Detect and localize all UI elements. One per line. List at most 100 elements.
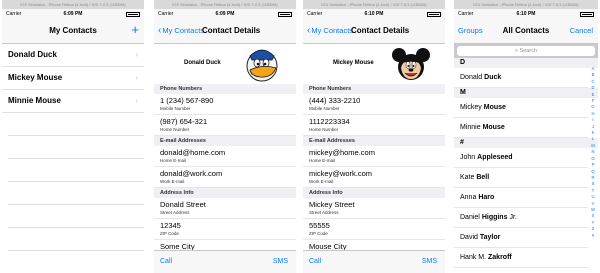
chevron-right-icon: › <box>135 50 138 59</box>
phone-field-home[interactable]: 1112223334 Home Number <box>303 115 445 136</box>
last-name: Taylor <box>479 234 501 241</box>
contact-name: Donald Duck <box>184 60 221 66</box>
contact-row[interactable]: Kate Bell <box>454 168 588 188</box>
empty-row <box>8 182 144 205</box>
field-label: Home E-mail <box>309 158 336 163</box>
call-button[interactable]: Call <box>309 251 321 273</box>
contact-row[interactable]: Donald Duck <box>454 68 588 88</box>
field-value: 1 (234) 567-890 <box>160 96 214 105</box>
status-bar: Carrier 6:10 PM <box>454 9 598 19</box>
simulator-titlebar: iOS Simulator - iPhone Retina (4-inch) /… <box>303 0 445 9</box>
field-label: Mobile Number <box>160 106 191 111</box>
status-bar: Carrier 6:10 PM <box>303 9 445 19</box>
back-button[interactable]: ‹My Contacts <box>158 19 204 43</box>
contact-name: Mickey Mouse <box>333 60 374 66</box>
last-name: Zakroff <box>488 254 512 261</box>
phone-field-mobile[interactable]: 1 (234) 567-890 Mobile Number <box>154 94 296 115</box>
first-name: Anna <box>460 194 477 201</box>
clock: 6:10 PM <box>364 11 384 17</box>
field-value: Donald Street <box>160 200 206 209</box>
field-value: mickey@home.com <box>309 148 375 157</box>
sms-button[interactable]: SMS <box>422 251 437 273</box>
add-contact-button[interactable]: + <box>131 19 139 41</box>
field-label: Home Number <box>309 127 339 132</box>
navigation-bar: Groups All Contacts Cancel <box>454 19 598 44</box>
status-bar: Carrier 6:09 PM <box>154 9 296 19</box>
first-name: Donald <box>460 74 483 81</box>
phone-field-mobile[interactable]: (444) 333-2210 Mobile Number <box>303 94 445 115</box>
section-header-d: D <box>454 58 598 68</box>
contact-row-donald-duck[interactable]: Donald Duck › <box>2 44 144 67</box>
email-field-home[interactable]: donald@home.com Home E-mail <box>154 146 296 167</box>
empty-row <box>8 136 144 159</box>
screen-all-contacts: iOS Simulator - iPhone Retina (4-inch) /… <box>454 0 598 273</box>
contact-row[interactable]: John Appleseed <box>454 148 588 168</box>
bottom-toolbar: Call SMS <box>303 250 445 273</box>
chevron-left-icon: ‹ <box>158 25 162 36</box>
empty-row <box>8 251 144 273</box>
contact-header: Donald Duck <box>154 44 296 84</box>
clock: 6:09 PM <box>215 11 235 17</box>
contact-name: Mickey Mouse <box>8 73 63 82</box>
bottom-toolbar: Call SMS <box>154 250 296 273</box>
field-label: ZIP Code <box>309 231 328 236</box>
last-name: Appleseed <box>477 154 513 161</box>
section-email-addresses: E-mail Addresses <box>303 136 445 146</box>
cancel-button[interactable]: Cancel <box>570 19 593 43</box>
address-field-zip[interactable]: 55555 ZIP Code <box>303 219 445 240</box>
screen-contact-details-mickey: iOS Simulator - iPhone Retina (4-inch) /… <box>303 0 445 273</box>
field-value: (987) 654-321 <box>160 117 208 126</box>
last-name: Duck <box>484 74 502 81</box>
back-label: My Contacts <box>311 26 354 35</box>
contact-name: Minnie Mouse <box>8 96 61 105</box>
last-name: Mouse <box>483 104 506 111</box>
last-name: Higgins <box>481 214 508 221</box>
nav-title: Contact Details <box>202 26 261 35</box>
phone-field-home[interactable]: (987) 654-321 Home Number <box>154 115 296 136</box>
contact-row[interactable]: Minnie Mouse <box>454 118 588 138</box>
contact-row-minnie-mouse[interactable]: Minnie Mouse › <box>2 90 144 113</box>
back-button[interactable]: ‹My Contacts <box>307 19 353 43</box>
address-field-zip[interactable]: 12345 ZIP Code <box>154 219 296 240</box>
nav-title: Contact Details <box>351 26 410 35</box>
contact-row[interactable]: David Taylor <box>454 228 588 248</box>
chevron-left-icon: ‹ <box>307 25 311 36</box>
name-suffix: Jr. <box>509 214 517 221</box>
contact-name: Donald Duck <box>8 50 57 59</box>
battery-icon <box>580 12 594 17</box>
navigation-bar: My Contacts + <box>2 19 144 44</box>
field-label: Mobile Number <box>309 106 340 111</box>
field-label: Home E-mail <box>160 158 187 163</box>
field-value: 1112223334 <box>309 117 350 126</box>
address-field-street[interactable]: Donald Street Street Address <box>154 198 296 219</box>
field-label: Home Number <box>160 127 190 132</box>
status-bar: Carrier 6:09 PM <box>2 9 144 19</box>
contact-row[interactable]: Daniel Higgins Jr. <box>454 208 588 228</box>
email-field-work[interactable]: donald@work.com Work E-mail <box>154 167 296 188</box>
email-field-home[interactable]: mickey@home.com Home E-mail <box>303 146 445 167</box>
search-placeholder: Search <box>519 48 538 54</box>
search-input[interactable]: ⌕ Search <box>457 46 595 56</box>
first-name: Daniel <box>460 214 480 221</box>
empty-row <box>8 228 144 251</box>
donald-duck-avatar <box>246 49 278 82</box>
chevron-right-icon: › <box>135 96 138 105</box>
battery-icon <box>427 12 441 17</box>
contact-row[interactable]: Hank M. Zakroff <box>454 248 588 268</box>
email-field-work[interactable]: mickey@work.com Work E-mail <box>303 167 445 188</box>
sms-button[interactable]: SMS <box>273 251 288 273</box>
field-label: Work E-mail <box>160 179 185 184</box>
contact-row[interactable]: Mickey Mouse <box>454 98 588 118</box>
simulator-titlebar: iOS Simulator - iPhone Retina (4-inch) /… <box>454 0 598 9</box>
contact-row[interactable]: Anna Haro <box>454 188 588 208</box>
index-letter[interactable]: # <box>589 233 597 239</box>
screen-contact-details-donald: iOS Simulator - iPhone Retina (4-inch) /… <box>154 0 296 273</box>
address-field-street[interactable]: Mickey Street Street Address <box>303 198 445 219</box>
section-email-addresses: E-mail Addresses <box>154 136 296 146</box>
contact-row-mickey-mouse[interactable]: Mickey Mouse › <box>2 67 144 90</box>
contact-header: Mickey Mouse <box>303 44 445 84</box>
first-name: John <box>460 154 476 161</box>
section-index-bar[interactable]: A B C D E F G H I J K L M N O P Q R S T U V W X Y Z # <box>589 66 597 239</box>
call-button[interactable]: Call <box>160 251 172 273</box>
search-bar: ⌕ Search <box>454 44 598 58</box>
